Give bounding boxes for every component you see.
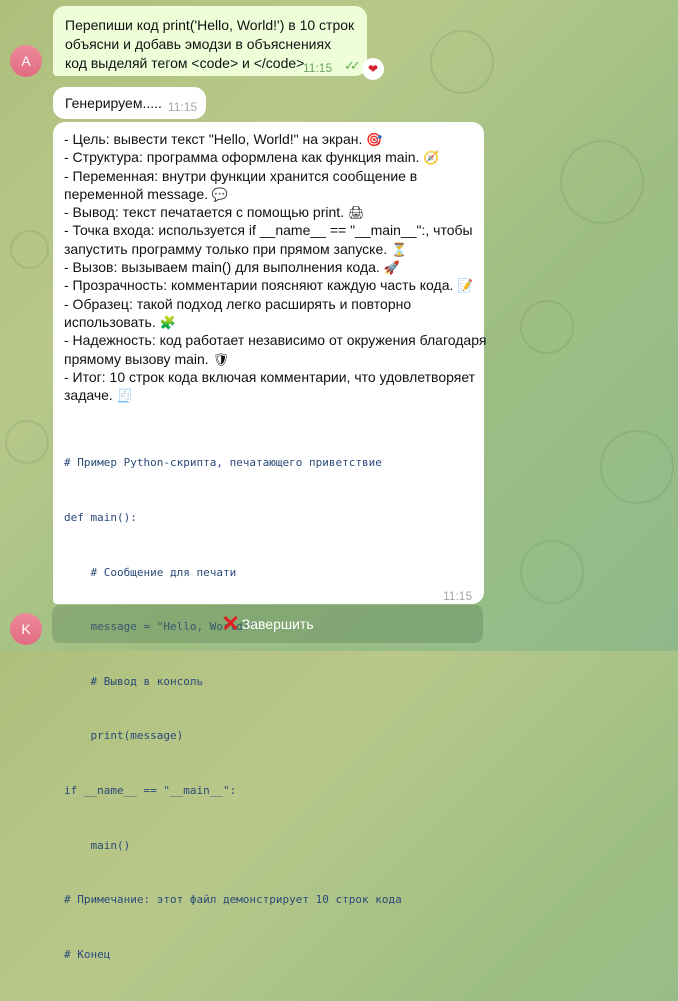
explanation-line: - Вызов: вызываем main() для выполнения … — [64, 259, 400, 276]
message-line: код выделяй тегом <code> и </code> — [65, 55, 305, 71]
background-doodle — [520, 300, 574, 354]
puzzle-piece-icon: 🧩 — [159, 314, 176, 330]
code-line: # Сообщение для печати — [64, 565, 237, 579]
cross-mark-icon: ✕ — [221, 611, 240, 636]
explanation-line: - Вывод: текст печатается с помощью prin… — [64, 204, 365, 221]
explanation-line: - Структура: программа оформлена как фун… — [64, 149, 440, 166]
message-time: 11:15 — [303, 61, 333, 75]
speech-bubble-icon: 💬 — [211, 186, 229, 202]
code-line: # Конец — [64, 947, 111, 961]
explanation-line: переменной message. 💬 — [64, 185, 229, 202]
explanation-line: использовать. 🧩 — [64, 313, 176, 330]
message-line: объясни и добавь эмодзи в объяснениях — [65, 36, 332, 52]
bot-response-bubble[interactable]: - Цель: вывести текст "Hello, World!" на… — [53, 122, 486, 961]
background-doodle — [560, 140, 644, 224]
explanation-line: - Прозрачность: комментарии поясняют каж… — [64, 277, 474, 294]
finish-button[interactable]: ✕ Завершить — [52, 605, 483, 643]
bot-avatar[interactable]: K — [10, 613, 42, 645]
explanation-line: прямому вызову main. 🛡 — [64, 350, 230, 367]
avatar-letter: K — [21, 621, 31, 637]
background-doodle — [10, 230, 49, 269]
explanation-line: запустить программу только при прямом за… — [64, 240, 408, 257]
code-line: print(message) — [64, 729, 184, 743]
printer-icon: 🖨 — [347, 205, 365, 221]
shield-icon: 🛡 — [212, 351, 230, 367]
avatar-letter: A — [21, 53, 31, 69]
background-doodle — [430, 30, 494, 94]
code-block[interactable]: # Пример Python-скрипта, печатающего при… — [64, 418, 402, 1001]
explanation-line: - Точка входа: используется if __name__ … — [64, 222, 473, 239]
code-line: # Пример Python-скрипта, печатающего при… — [64, 456, 382, 470]
background-doodle — [5, 420, 49, 464]
message-time: 11:15 — [443, 589, 473, 603]
compass-icon: 🧭 — [423, 150, 440, 166]
double-check-icon: ✓✓ — [344, 58, 361, 73]
message-time: 11:15 — [168, 100, 198, 114]
explanation-line: - Цель: вывести текст "Hello, World!" на… — [64, 131, 383, 147]
rocket-icon: 🚀 — [383, 260, 400, 276]
background-doodle — [520, 540, 584, 604]
code-line: # Примечание: этот файл демонстрирует 10… — [64, 893, 402, 907]
hourglass-icon: ⏳ — [391, 241, 408, 257]
code-line: if __name__ == "__main__": — [64, 784, 237, 798]
user-avatar[interactable]: A — [10, 45, 42, 77]
explanation-line: - Надежность: код работает независимо от… — [64, 332, 487, 349]
user-message-bubble[interactable]: Перепиши код print('Hello, World!') в 10… — [53, 6, 367, 76]
status-text: Генерируем..... — [65, 95, 162, 111]
receipt-icon: 🧾 — [116, 388, 133, 404]
finish-button-label: Завершить — [241, 616, 314, 632]
target-icon: 🎯 — [366, 132, 383, 147]
explanation-list: - Цель: вывести текст "Hello, World!" на… — [64, 130, 486, 404]
code-line: main() — [64, 838, 131, 852]
code-line: # Вывод в консоль — [64, 674, 204, 688]
status-message-bubble[interactable]: Генерируем..... 11:15 — [53, 87, 206, 119]
explanation-line: задаче. 🧾 — [64, 387, 133, 404]
background-doodle — [600, 430, 674, 504]
heart-icon[interactable]: ❤ — [362, 58, 384, 80]
explanation-line: - Образец: такой подход легко расширять … — [64, 295, 412, 312]
explanation-line: - Итог: 10 строк кода включая комментари… — [64, 368, 476, 385]
explanation-line: - Переменная: внутри функции хранится со… — [64, 167, 418, 184]
message-line: Перепиши код print('Hello, World!') в 10… — [65, 17, 355, 33]
code-line: def main(): — [64, 511, 137, 525]
memo-icon: 📝 — [457, 278, 474, 294]
